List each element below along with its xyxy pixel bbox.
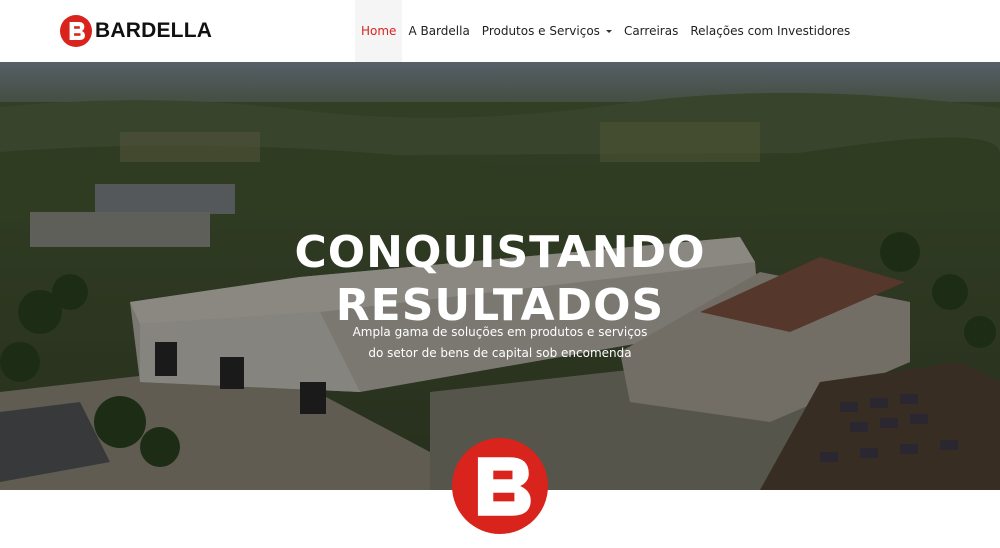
nav-relacoes-investidores[interactable]: Relações com Investidores xyxy=(684,0,856,62)
bardella-b-badge-icon xyxy=(452,438,548,534)
nav-produtos-servicos-label: Produtos e Serviços xyxy=(481,24,600,38)
hero-title-line-1: CONQUISTANDO xyxy=(294,227,706,279)
hero-banner: CONQUISTANDO RESULTADOS Ampla gama de so… xyxy=(0,62,1000,490)
hero-subtitle-line-1: Ampla gama de soluções em produtos e ser… xyxy=(352,325,648,339)
nav-carreiras[interactable]: Carreiras xyxy=(618,0,684,62)
hero-subtitle: Ampla gama de soluções em produtos e ser… xyxy=(0,322,1000,364)
nav-a-bardella[interactable]: A Bardella xyxy=(402,0,475,62)
logo-text: BARDELLA xyxy=(95,19,213,42)
chevron-down-icon xyxy=(605,29,612,33)
main-nav: Home A Bardella Produtos e Serviços Carr… xyxy=(355,0,856,62)
nav-home[interactable]: Home xyxy=(355,0,403,62)
hero-title: CONQUISTANDO RESULTADOS xyxy=(0,226,1000,332)
nav-produtos-servicos[interactable]: Produtos e Serviços xyxy=(476,0,618,62)
site-header: BARDELLA Home A Bardella Produtos e Serv… xyxy=(0,0,1000,62)
hero-subtitle-line-2: do setor de bens de capital sob encomend… xyxy=(368,346,632,360)
bardella-b-logo-icon xyxy=(60,15,92,47)
bardella-logo[interactable]: BARDELLA xyxy=(60,15,212,47)
